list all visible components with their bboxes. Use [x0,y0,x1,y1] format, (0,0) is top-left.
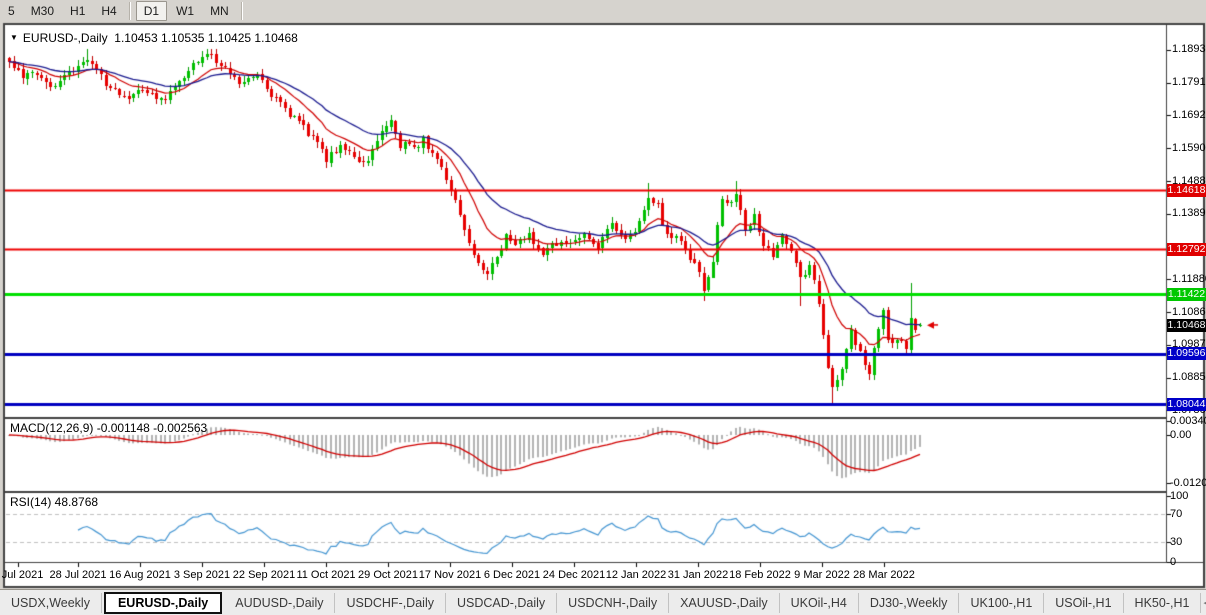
price-axis-tick: 1.18930 [1172,43,1206,56]
chart-ohlc-values: 1.10453 1.10535 1.10425 1.10468 [114,31,298,45]
timeframe-button-h1[interactable]: H1 [63,2,92,20]
level-price-tag: 1.11422 [1167,287,1206,301]
symbol-tab-xauusd-daily[interactable]: XAUUSD-,Daily [669,593,780,613]
tab-scroll-controls: ◄► [1201,598,1206,609]
symbol-tab-usdx-weekly[interactable]: USDX,Weekly [0,593,102,613]
price-axis-tick: 1.15900 [1172,141,1206,154]
symbol-tab-uk100-h1[interactable]: UK100-,H1 [959,593,1045,613]
date-axis-label: 18 Feb 2022 [729,569,791,581]
rsi-axis-tick: 0 [1170,556,1177,568]
symbol-tab-hk50-h1[interactable]: HK50-,H1 [1124,593,1202,613]
date-axis-label: 3 Sep 2021 [173,569,231,581]
macd-axis-tick: 0.00 [1170,429,1192,441]
macd-axis-tick: -0.01205 [1170,477,1206,489]
date-axis-label: 9 Jul 2021 [0,569,44,581]
timeframe-button-w1[interactable]: W1 [169,2,201,20]
date-axis-label: 9 Mar 2022 [794,569,850,581]
symbol-tab-ukoil-h4[interactable]: UKOil-,H4 [780,593,859,613]
symbol-tab-usdchf-daily[interactable]: USDCHF-,Daily [335,593,446,613]
chevron-down-icon[interactable]: ▼ [10,33,18,42]
rsi-axis-tick: 70 [1170,508,1183,521]
date-axis-label: 16 Aug 2021 [109,569,171,581]
timeframe-button-5[interactable]: 5 [1,2,22,20]
price-axis-tick: 1.16920 [1172,108,1206,121]
price-axis-tick: 1.10860 [1172,305,1206,318]
date-axis-label: 17 Nov 2021 [418,569,482,581]
timeframe-button-m30[interactable]: M30 [24,2,61,20]
price-axis-tick: 1.13890 [1172,207,1206,220]
symbol-tab-dj30-weekly[interactable]: DJ30-,Weekly [859,593,960,613]
date-axis-label: 28 Mar 2022 [853,569,915,581]
price-axis-tick: 1.11880 [1172,272,1206,285]
symbol-tab-usoil-h1[interactable]: USOil-,H1 [1044,593,1124,613]
level-price-tag: 1.08044 [1167,397,1206,411]
date-axis-label: 6 Dec 2021 [483,569,541,581]
level-price-tag: 1.09596 [1167,347,1206,361]
rsi-indicator-label: RSI(14) 48.8768 [10,495,99,509]
chart-title: ▼ EURUSD-,Daily 1.10453 1.10535 1.10425 1… [10,31,298,45]
symbol-tab-eurusd-daily[interactable]: EURUSD-,Daily [103,592,223,614]
chart-symbol: EURUSD-,Daily [22,31,108,45]
chart-canvas[interactable] [0,0,1206,615]
level-price-tag: 1.14618 [1167,183,1206,197]
timeframe-button-mn[interactable]: MN [203,2,236,20]
date-axis-label: 31 Jan 2022 [667,569,729,581]
date-axis-label: 11 Oct 2021 [296,569,356,581]
symbol-tab-bar: USDX,Weekly EURUSD-,Daily AUDUSD-,Daily USD… [0,589,1206,615]
date-axis-label: 12 Jan 2022 [605,569,667,581]
macd-axis-tick: 0.003408 [1170,415,1206,428]
toolbar-separator [240,2,243,20]
price-axis-tick: 1.17910 [1172,76,1206,89]
symbol-tab-usdcad-daily[interactable]: USDCAD-,Daily [446,593,558,613]
date-axis-label: 28 Jul 2021 [49,569,107,581]
symbol-tab-usdcnh-daily[interactable]: USDCNH-,Daily [557,593,670,613]
rsi-axis-tick: 100 [1170,490,1189,502]
trading-terminal: 5 M30 H1 H4 D1 W1 MN ▼ EURUSD-,Daily 1.10453 1.… [0,0,1206,615]
date-axis-label: 24 Dec 2021 [542,569,606,581]
price-axis-tick: 1.08850 [1172,371,1206,384]
tab-scroll-left-icon[interactable]: ◄ [1201,598,1206,609]
timeframe-button-h4[interactable]: H4 [94,2,123,20]
timeframe-button-d1[interactable]: D1 [135,1,168,21]
macd-indicator-label: MACD(12,26,9) -0.001148 -0.002563 [10,421,208,435]
level-price-tag: 1.12792 [1167,242,1206,256]
rsi-axis-tick: 30 [1170,535,1183,548]
symbol-tab-audusd-daily[interactable]: AUDUSD-,Daily [224,593,336,613]
current-price-tag: 1.10468 [1167,318,1206,332]
date-axis-label: 22 Sep 2021 [232,569,296,581]
timeframe-toolbar: 5 M30 H1 H4 D1 W1 MN [0,0,1206,22]
date-axis-label: 29 Oct 2021 [358,569,418,581]
toolbar-separator [128,2,131,20]
